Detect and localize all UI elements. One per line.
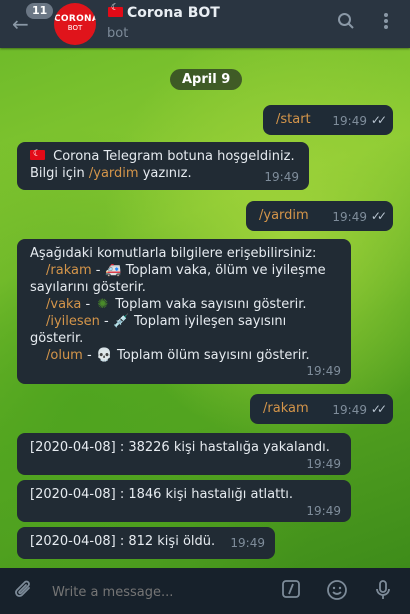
avatar[interactable]: CORONA BOT bbox=[54, 3, 96, 45]
chat-subtitle: bot bbox=[107, 26, 129, 41]
help-item: /rakam - 🚑 Toplam vaka, ölüm ve iyileşme bbox=[46, 263, 326, 278]
chat-header: ← 11 CORONA BOT Corona BOT bot bbox=[0, 0, 410, 48]
chat-title-text: Corona BOT bbox=[127, 5, 220, 21]
message-outgoing[interactable]: /rakam 19:49 ✓✓ bbox=[250, 394, 393, 424]
paperclip-icon[interactable] bbox=[12, 579, 36, 603]
virus-icon: ✺ bbox=[97, 297, 109, 312]
message-time: 19:49 bbox=[306, 504, 341, 518]
avatar-text-line1: CORONA bbox=[54, 14, 96, 24]
turkey-flag-icon bbox=[108, 3, 123, 17]
command-link[interactable]: /rakam bbox=[46, 263, 92, 278]
chat-title[interactable]: Corona BOT bbox=[108, 3, 220, 21]
skull-icon: 💀 bbox=[96, 348, 113, 363]
command-link[interactable]: /yardim bbox=[89, 166, 139, 181]
avatar-text-line2: BOT bbox=[67, 24, 83, 32]
more-vertical-icon[interactable] bbox=[374, 12, 398, 36]
message-time: 19:49 bbox=[230, 536, 265, 550]
message-composer bbox=[0, 568, 410, 614]
help-item-desc: Toplam vaka sayısını gösterir. bbox=[111, 297, 307, 312]
help-item: /iyilesen - 💉 Toplam iyileşen sayısını bbox=[46, 314, 287, 329]
message-time: 19:49 bbox=[332, 114, 367, 128]
message-outgoing[interactable]: /start 19:49 ✓✓ bbox=[263, 105, 393, 135]
command-link[interactable]: /olum bbox=[46, 348, 83, 363]
message-text[interactable]: /yardim bbox=[259, 208, 309, 223]
message-incoming[interactable]: Corona Telegram botuna hoşgeldiniz. Bilg… bbox=[17, 142, 309, 190]
help-item-desc: Toplam iyileşen sayısını bbox=[129, 314, 287, 329]
syringe-icon: 💉 bbox=[113, 314, 130, 329]
message-line: Bilgi için /yardim yazınız. bbox=[30, 165, 299, 182]
message-line: Corona Telegram botuna hoşgeldiniz. bbox=[30, 146, 299, 165]
help-item: /vaka - ✺ Toplam vaka sayısını gösterir. bbox=[46, 297, 307, 312]
help-item: /olum - 💀 Toplam ölüm sayısını gösterir. bbox=[46, 348, 310, 363]
message-text: [2020-04-08] : 38226 kişi hastalığa yaka… bbox=[30, 440, 330, 455]
turkey-flag-icon bbox=[30, 146, 45, 163]
read-checkmarks-icon: ✓✓ bbox=[370, 209, 387, 223]
read-checkmarks-icon: ✓✓ bbox=[370, 113, 387, 127]
message-outgoing[interactable]: /yardim 19:49 ✓✓ bbox=[246, 201, 393, 231]
unread-count-badge: 11 bbox=[26, 3, 54, 19]
smile-icon[interactable] bbox=[325, 579, 349, 603]
slash-command-icon[interactable] bbox=[279, 579, 303, 603]
chat-area[interactable]: April 9 /start 19:49 ✓✓ Corona Telegram … bbox=[0, 48, 410, 568]
message-intro: Aşağıdaki komutlarla bilgilere erişebili… bbox=[30, 246, 317, 261]
message-incoming[interactable]: [2020-04-08] : 38226 kişi hastalığa yaka… bbox=[17, 433, 351, 475]
message-incoming[interactable]: Aşağıdaki komutlarla bilgilere erişebili… bbox=[17, 239, 351, 384]
read-checkmarks-icon: ✓✓ bbox=[370, 402, 387, 416]
message-text[interactable]: /start bbox=[276, 112, 311, 127]
microphone-icon[interactable] bbox=[371, 579, 395, 603]
message-text: [2020-04-08] : 1846 kişi hastalığı atlat… bbox=[30, 487, 294, 502]
message-time: 19:49 bbox=[332, 403, 367, 417]
ambulance-icon: 🚑 bbox=[105, 263, 122, 278]
message-text[interactable]: /rakam bbox=[263, 401, 309, 416]
date-separator: April 9 bbox=[170, 69, 243, 90]
message-time: 19:49 bbox=[306, 457, 341, 471]
message-input[interactable] bbox=[50, 580, 264, 604]
message-time: 19:49 bbox=[306, 364, 341, 378]
message-time: 19:49 bbox=[332, 210, 367, 224]
message-text: Corona Telegram botuna hoşgeldiniz. bbox=[49, 149, 295, 164]
message-text: [2020-04-08] : 812 kişi öldü. bbox=[30, 534, 216, 549]
help-item-desc-cont: gösterir. bbox=[30, 331, 84, 346]
command-link[interactable]: /vaka bbox=[46, 297, 81, 312]
message-incoming[interactable]: [2020-04-08] : 1846 kişi hastalığı atlat… bbox=[17, 480, 351, 522]
help-item-desc: Toplam vaka, ölüm ve iyileşme bbox=[121, 263, 326, 278]
help-item-desc: Toplam ölüm sayısını gösterir. bbox=[112, 348, 310, 363]
message-text: yazınız. bbox=[138, 166, 192, 181]
command-link[interactable]: /iyilesen bbox=[46, 314, 100, 329]
search-icon[interactable] bbox=[334, 12, 358, 36]
help-item-desc-cont: sayılarını gösterir. bbox=[30, 280, 146, 295]
message-time: 19:49 bbox=[264, 170, 299, 184]
message-incoming[interactable]: [2020-04-08] : 812 kişi öldü. 19:49 bbox=[17, 527, 275, 559]
message-text: Bilgi için bbox=[30, 166, 89, 181]
